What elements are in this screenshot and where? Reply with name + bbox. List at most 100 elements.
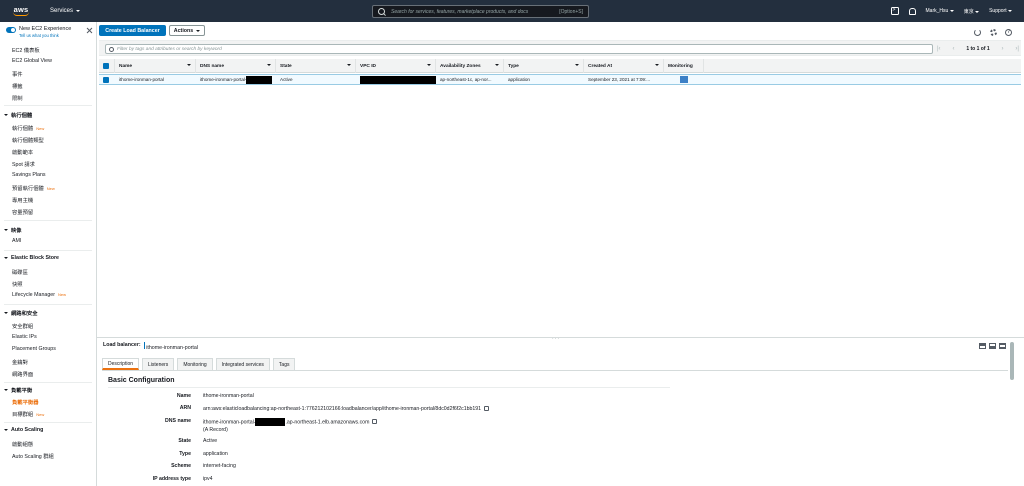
row-checkbox-cell[interactable] (99, 75, 115, 84)
aws-logo[interactable]: aws (9, 4, 33, 18)
account-menu[interactable]: Mark_Hsu (926, 8, 954, 14)
gear-icon[interactable] (990, 29, 997, 36)
sidebar-item-target-groups[interactable]: 目標群組 New (12, 410, 44, 418)
copy-icon[interactable] (484, 405, 490, 411)
sidebar-item-dedicated-hosts[interactable]: 專用主機 (12, 196, 33, 204)
tab-monitoring[interactable]: Monitoring (177, 358, 213, 370)
column-header-type[interactable]: Type (504, 59, 584, 73)
sidebar-section-instances[interactable]: 執行個體 (4, 111, 32, 119)
create-load-balancer-button[interactable]: Create Load Balancer (99, 25, 166, 36)
sidebar-item-savings-plans[interactable]: Savings Plans (12, 172, 46, 178)
chevron-down-icon (1008, 10, 1012, 12)
section-title-basic-configuration: Basic Configuration (108, 377, 175, 384)
layout-top-icon[interactable] (979, 343, 986, 349)
global-search-input[interactable]: Search for services, features, marketpla… (372, 5, 589, 18)
sidebar-item-load-balancers[interactable]: 負載平衡器 (12, 398, 39, 406)
sidebar-item-lifecycle-manager[interactable]: Lifecycle Manager New (12, 292, 66, 298)
filter-placeholder: Filter by tags and attributes or search … (117, 46, 222, 52)
sidebar-item-key-pairs[interactable]: 金鑰對 (12, 358, 28, 366)
next-page-icon[interactable]: › (1002, 46, 1004, 52)
sidebar-item-tags[interactable]: 標籤 (12, 82, 23, 90)
pane-splitter[interactable] (97, 337, 1024, 338)
accent-bar (143, 342, 146, 349)
sidebar-item-global-view[interactable]: EC2 Global View (12, 58, 52, 64)
sidebar-item-placement-groups[interactable]: Placement Groups (12, 346, 56, 352)
actions-label: Actions (173, 27, 194, 34)
monitoring-icon[interactable] (680, 76, 688, 83)
sidebar-item-instance-types[interactable]: 執行個體類型 (12, 136, 44, 144)
actions-dropdown[interactable]: Actions (169, 25, 205, 36)
drag-handle-icon[interactable]: ··· (552, 336, 560, 342)
column-header-dns[interactable]: DNS name (196, 59, 276, 73)
column-header-az[interactable]: Availability Zones (436, 59, 504, 73)
sidebar-item-ec2-dashboard[interactable]: EC2 儀表板 (12, 46, 40, 54)
copy-icon[interactable] (372, 418, 378, 424)
sidebar-item-launch-templates[interactable]: 啟動範本 (12, 148, 33, 156)
sidebar-item-elastic-ips[interactable]: Elastic IPs (12, 334, 37, 340)
services-menu[interactable]: Services (50, 8, 81, 14)
sidebar-item-snapshots[interactable]: 快照 (12, 280, 23, 288)
sidebar-section-images[interactable]: 映像 (4, 226, 22, 234)
close-icon[interactable] (86, 27, 93, 34)
region-menu[interactable]: 東京 (964, 8, 980, 15)
sidebar-section-auto-scaling[interactable]: Auto Scaling (4, 427, 43, 433)
sort-icon (495, 64, 499, 66)
first-page-icon[interactable]: |‹ (937, 46, 941, 52)
column-label: State (280, 63, 292, 69)
sidebar-item-network-interfaces[interactable]: 網路界面 (12, 370, 33, 378)
sidebar-item-spot-requests[interactable]: Spot 請求 (12, 160, 35, 168)
table-row[interactable]: ithome-ironman-portal ithome-ironman-por… (99, 74, 1021, 85)
field-label-type: Type (179, 451, 191, 457)
row-checkbox[interactable] (103, 76, 109, 83)
sidebar-divider (4, 304, 92, 305)
filter-input[interactable]: Filter by tags and attributes or search … (105, 44, 933, 54)
column-header-name[interactable]: Name (115, 59, 196, 73)
section-label: Elastic Block Store (11, 255, 59, 261)
sidebar-section-load-balancing[interactable]: 負載平衡 (4, 386, 32, 394)
select-all-checkbox-cell[interactable] (99, 59, 115, 73)
details-scrollbar[interactable] (1010, 342, 1014, 380)
new-experience-toggle[interactable] (6, 27, 16, 33)
sidebar-item-events[interactable]: 事件 (12, 70, 23, 78)
select-all-checkbox[interactable] (103, 63, 109, 69)
sidebar-section-network-security[interactable]: 網路和安全 (4, 309, 38, 317)
tab-integrated-services[interactable]: Integrated services (215, 358, 270, 370)
column-header-monitoring[interactable]: Monitoring (664, 59, 704, 73)
prev-page-icon[interactable]: ‹ (952, 46, 954, 52)
sidebar-item-security-groups[interactable]: 安全群組 (12, 322, 33, 330)
bell-icon[interactable] (908, 7, 916, 15)
chevron-down-icon (196, 29, 201, 32)
tab-listeners[interactable]: Listeners (142, 358, 175, 370)
layout-bottom-icon[interactable] (989, 343, 996, 349)
refresh-icon[interactable] (974, 29, 981, 36)
section-label: 網路和安全 (11, 311, 38, 317)
column-header-state[interactable]: State (276, 59, 356, 73)
sidebar-item-limits[interactable]: 限制 (12, 94, 23, 102)
column-header-vpc[interactable]: VPC ID (356, 59, 436, 73)
column-header-created[interactable]: Created At (584, 59, 664, 73)
sidebar-item-reserved-instances[interactable]: 預留執行個體 New (12, 184, 55, 192)
help-icon[interactable]: ? (1005, 29, 1012, 36)
sidebar-item-ami[interactable]: AMI (12, 238, 21, 244)
services-label: Services (50, 8, 74, 14)
support-menu[interactable]: Support (989, 8, 1012, 14)
column-label: Monitoring (668, 63, 693, 69)
new-experience-toggle-row: New EC2 Experience Tell us what you thin… (6, 26, 92, 40)
sort-icon (267, 64, 271, 66)
sidebar-item-auto-scaling-groups[interactable]: Auto Scaling 群組 (12, 452, 54, 460)
sidebar-section-ebs[interactable]: Elastic Block Store (4, 255, 59, 261)
sidebar-item-label: 目標群組 (12, 412, 34, 418)
sidebar-item-volumes[interactable]: 磁碟區 (12, 268, 28, 276)
new-badge: New (58, 292, 67, 297)
sidebar-item-label: 執行個體 (12, 126, 34, 132)
tab-tags[interactable]: Tags (272, 358, 296, 370)
cloudshell-icon[interactable] (890, 7, 899, 15)
sidebar-item-label: 預留執行個體 (12, 186, 44, 192)
sidebar-item-capacity-reservations[interactable]: 容量預留 (12, 208, 33, 216)
sidebar-item-launch-configurations[interactable]: 啟動組態 (12, 440, 33, 448)
layout-split-icon[interactable] (999, 343, 1006, 349)
last-page-icon[interactable]: ›| (1015, 46, 1019, 52)
sidebar-item-instances[interactable]: 執行個體 New (12, 124, 44, 132)
tab-description[interactable]: Description (102, 358, 140, 370)
feedback-link[interactable]: Tell us what you think (19, 33, 59, 38)
